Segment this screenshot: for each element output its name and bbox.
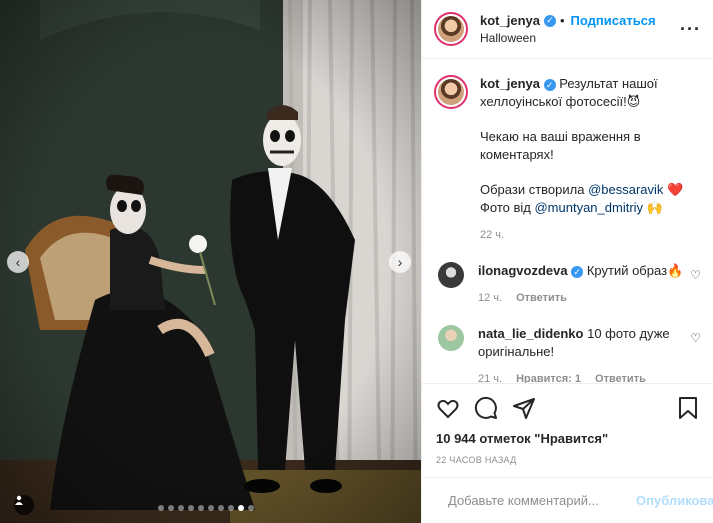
heart-icon[interactable] [436, 396, 460, 420]
post-header: kot_jenya ✓ • Подписаться Halloween ··· [422, 0, 713, 59]
author-username[interactable]: kot_jenya [480, 13, 540, 28]
caption-username[interactable]: kot_jenya [480, 76, 540, 91]
caption-text-2: Чекаю на ваші враження в коментарях! [480, 129, 641, 162]
caption-credit-prefix: Образи створила [480, 182, 589, 197]
author-avatar[interactable] [434, 12, 468, 46]
carousel-dot [228, 505, 234, 511]
verified-icon: ✓ [543, 79, 556, 91]
heart-emoji: ❤️ [663, 182, 684, 197]
user-icon [15, 495, 23, 505]
comment-time: 12 ч. [478, 292, 503, 304]
caption-photo-prefix: Фото від [480, 200, 535, 215]
carousel-indicator [158, 505, 254, 511]
mention-link[interactable]: @muntyan_dmitriy [534, 200, 643, 215]
commenter-username[interactable]: nata_lie_didenko [478, 326, 583, 341]
verified-icon: ✓ [543, 14, 556, 27]
comment-text: Крутий образ🔥 [586, 263, 684, 278]
carousel-dot [168, 505, 174, 511]
comment-icon[interactable] [474, 396, 498, 420]
carousel-dot [208, 505, 214, 511]
mention-link[interactable]: @bessaravik [588, 182, 663, 197]
add-comment-bar: Опубликовать [422, 477, 713, 523]
carousel-dot [188, 505, 194, 511]
carousel-prev-button[interactable]: ‹ [7, 251, 29, 273]
caption-time: 22 ч. [480, 229, 505, 241]
share-icon[interactable] [512, 396, 536, 420]
more-options-icon[interactable]: ··· [680, 20, 701, 38]
bookmark-icon[interactable] [677, 396, 699, 420]
photo-illustration [0, 0, 421, 523]
commenter-username[interactable]: ilonagvozdeva [478, 263, 568, 278]
post-date[interactable]: 22 ЧАСОВ НАЗАД [422, 451, 713, 477]
comments-section: kot_jenya ✓ Результат нашої хеллоуінсько… [422, 59, 713, 383]
carousel-dot [178, 505, 184, 511]
carousel-dot [248, 505, 254, 511]
comment-item: nata_lie_didenko 10 фото дуже оригінальн… [434, 325, 701, 383]
action-bar [422, 383, 713, 431]
comment-like-icon[interactable]: ♡ [690, 268, 701, 282]
chevron-right-icon: › [397, 254, 403, 270]
follow-button[interactable]: Подписаться [571, 13, 656, 28]
post-sidebar: kot_jenya ✓ • Подписаться Halloween ··· … [421, 0, 713, 523]
comment-likes-count[interactable]: Нравится: 1 [516, 370, 581, 383]
tagged-users-button[interactable] [14, 495, 34, 515]
comment-input[interactable] [448, 493, 624, 508]
commenter-avatar[interactable] [438, 262, 464, 288]
comment-item: ilonagvozdeva ✓ Крутий образ🔥 12 ч. Отве… [434, 262, 701, 307]
reply-button[interactable]: Ответить [516, 289, 567, 307]
post-photo[interactable]: ‹ › [0, 0, 421, 523]
caption: kot_jenya ✓ Результат нашої хеллоуінсько… [434, 75, 701, 244]
carousel-dot [198, 505, 204, 511]
comment-like-icon[interactable]: ♡ [690, 331, 701, 345]
hands-emoji: 🙌 [643, 200, 663, 215]
comment-time: 21 ч. [478, 373, 503, 383]
caption-credits: Образи створила @bessaravik ❤️ Фото від … [480, 181, 690, 217]
caption-author-avatar[interactable] [434, 75, 468, 109]
likes-count[interactable]: 10 944 отметок "Нравится" [422, 431, 713, 451]
carousel-dot [158, 505, 164, 511]
carousel-dot [218, 505, 224, 511]
commenter-avatar[interactable] [438, 325, 464, 351]
carousel-next-button[interactable]: › [389, 251, 411, 273]
publish-button[interactable]: Опубликовать [636, 493, 713, 508]
verified-icon: ✓ [571, 266, 584, 278]
carousel-dot [238, 505, 244, 511]
reply-button[interactable]: Ответить [595, 370, 646, 383]
chevron-left-icon: ‹ [15, 254, 21, 270]
instagram-post: ‹ › kot_jenya ✓ • Подписаться Halloween … [0, 0, 713, 523]
location-link[interactable]: Halloween [480, 31, 680, 45]
